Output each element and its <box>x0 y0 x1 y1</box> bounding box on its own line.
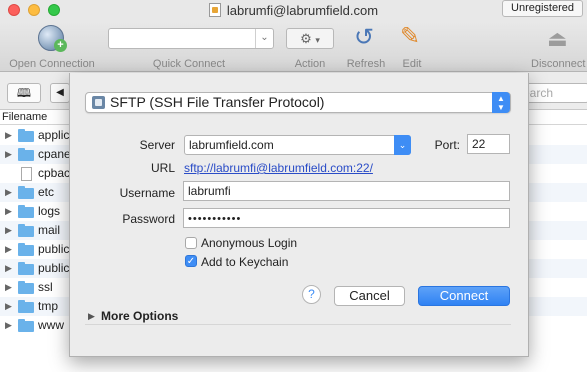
action-menu: ⚙ ▾ Action <box>282 22 338 72</box>
plus-icon: + <box>54 39 67 52</box>
window-title-area: labrumfi@labrumfield.com <box>0 3 587 18</box>
folder-icon <box>18 148 34 161</box>
book-icon: 🕮 <box>16 86 32 100</box>
file-name: applic <box>38 128 70 142</box>
open-connection-label: Open Connection <box>9 58 95 70</box>
refresh-label: Refresh <box>346 58 386 70</box>
url-label: URL <box>150 161 175 175</box>
disclosure-triangle-icon[interactable]: ▶ <box>5 259 12 278</box>
disclosure-triangle-icon[interactable]: ▶ <box>5 145 12 164</box>
file-name: public <box>38 242 70 256</box>
chevron-down-icon[interactable]: ⌄ <box>255 29 273 48</box>
disclosure-triangle-icon[interactable]: ▶ <box>5 297 12 316</box>
url-link[interactable]: sftp://labrumfi@labrumfield.com:22/ <box>184 161 373 175</box>
checkmark-icon: ✓ <box>186 256 196 267</box>
disclosure-triangle-icon[interactable]: ▶ <box>88 311 95 322</box>
gear-icon: ⚙ <box>300 31 312 46</box>
eject-icon: ⏏ <box>547 26 568 51</box>
add-to-keychain-checkbox[interactable]: ✓ <box>185 255 197 267</box>
file-name: cpbac <box>38 166 71 180</box>
folder-icon <box>18 243 34 256</box>
add-to-keychain-label: Add to Keychain <box>201 255 289 269</box>
window-title: labrumfi@labrumfield.com <box>226 3 379 18</box>
password-field[interactable]: ••••••••••• <box>183 208 510 228</box>
divider <box>85 324 511 325</box>
action-button[interactable]: ⚙ ▾ <box>286 28 334 49</box>
connect-button[interactable]: Connect <box>418 286 510 306</box>
server-label: Server <box>139 138 175 152</box>
protocol-value: SFTP (SSH File Transfer Protocol) <box>110 94 325 110</box>
username-field[interactable]: labrumfi <box>183 181 510 201</box>
file-icon <box>21 167 32 181</box>
protocol-icon <box>92 96 105 109</box>
cancel-button[interactable]: Cancel <box>334 286 405 306</box>
connection-dialog: SFTP (SSH File Transfer Protocol) ▲ ▼ Ser… <box>69 73 529 357</box>
up-down-arrows-icon: ▲ ▼ <box>492 92 510 113</box>
password-value: ••••••••••• <box>188 213 242 225</box>
username-label: Username <box>119 186 175 200</box>
disclosure-triangle-icon[interactable]: ▶ <box>5 316 12 335</box>
username-value: labrumfi <box>188 184 231 198</box>
file-name: etc <box>38 185 55 199</box>
file-name: www <box>38 318 64 332</box>
file-name: mail <box>38 223 61 237</box>
quick-connect: ⌄ Quick Connect <box>104 22 274 72</box>
folder-icon <box>18 129 34 142</box>
folder-icon <box>18 186 34 199</box>
chevron-left-icon: ◀ <box>56 87 64 98</box>
server-value: labrumfield.com <box>189 138 274 152</box>
disconnect-label: Disconnect <box>531 58 586 70</box>
password-label: Password <box>122 212 175 226</box>
unregistered-badge[interactable]: Unregistered <box>502 0 583 17</box>
chevron-down-icon: ▾ <box>315 35 320 45</box>
anonymous-login-label: Anonymous Login <box>201 236 298 250</box>
back-button[interactable]: ◀ <box>50 83 70 103</box>
refresh-icon: ↺ <box>354 24 375 51</box>
port-field[interactable]: 22 <box>467 134 510 154</box>
disclosure-triangle-icon[interactable]: ▶ <box>5 202 12 221</box>
disclosure-triangle-icon[interactable]: ▶ <box>5 126 12 145</box>
disclosure-triangle-icon[interactable]: ▶ <box>5 240 12 259</box>
disconnect-button[interactable]: ⏏ Disconnect <box>527 22 587 72</box>
disclosure-triangle-icon[interactable]: ▶ <box>5 278 12 297</box>
folder-icon <box>18 300 34 313</box>
pencil-icon: ✎ <box>400 23 421 50</box>
action-label: Action <box>294 58 326 70</box>
file-name: cpane <box>38 147 71 161</box>
edit-label: Edit <box>402 58 422 70</box>
disclosure-triangle-icon[interactable]: ▶ <box>5 221 12 240</box>
file-name: public <box>38 261 70 275</box>
open-connection-button[interactable]: + Open Connection <box>0 22 104 72</box>
folder-icon <box>18 281 34 294</box>
document-icon <box>208 3 221 17</box>
quick-connect-label: Quick Connect <box>152 58 226 70</box>
folder-icon <box>18 205 34 218</box>
folder-icon <box>18 262 34 275</box>
edit-button[interactable]: ✎ Edit <box>392 22 432 72</box>
anonymous-login-checkbox[interactable] <box>185 237 197 249</box>
protocol-popup[interactable]: SFTP (SSH File Transfer Protocol) ▲ ▼ <box>85 92 511 113</box>
toolbar: + Open Connection ⌄ Quick Connect ⚙ ▾ Ac… <box>0 22 587 72</box>
title-bar: labrumfi@labrumfield.com Unregistered <box>0 0 587 22</box>
bookmarks-button[interactable]: 🕮 <box>7 83 41 103</box>
more-options-toggle[interactable]: More Options <box>101 309 178 323</box>
file-name: ssl <box>38 280 53 294</box>
file-name: tmp <box>38 299 59 313</box>
refresh-button[interactable]: ↺ Refresh <box>340 22 392 72</box>
disclosure-triangle-icon[interactable]: ▶ <box>5 183 12 202</box>
port-label: Port: <box>434 138 460 152</box>
folder-icon <box>18 319 34 332</box>
help-button[interactable]: ? <box>302 285 321 304</box>
folder-icon <box>18 224 34 237</box>
file-name: logs <box>38 204 61 218</box>
port-value: 22 <box>472 137 486 151</box>
quick-connect-combo[interactable]: ⌄ <box>108 28 274 49</box>
